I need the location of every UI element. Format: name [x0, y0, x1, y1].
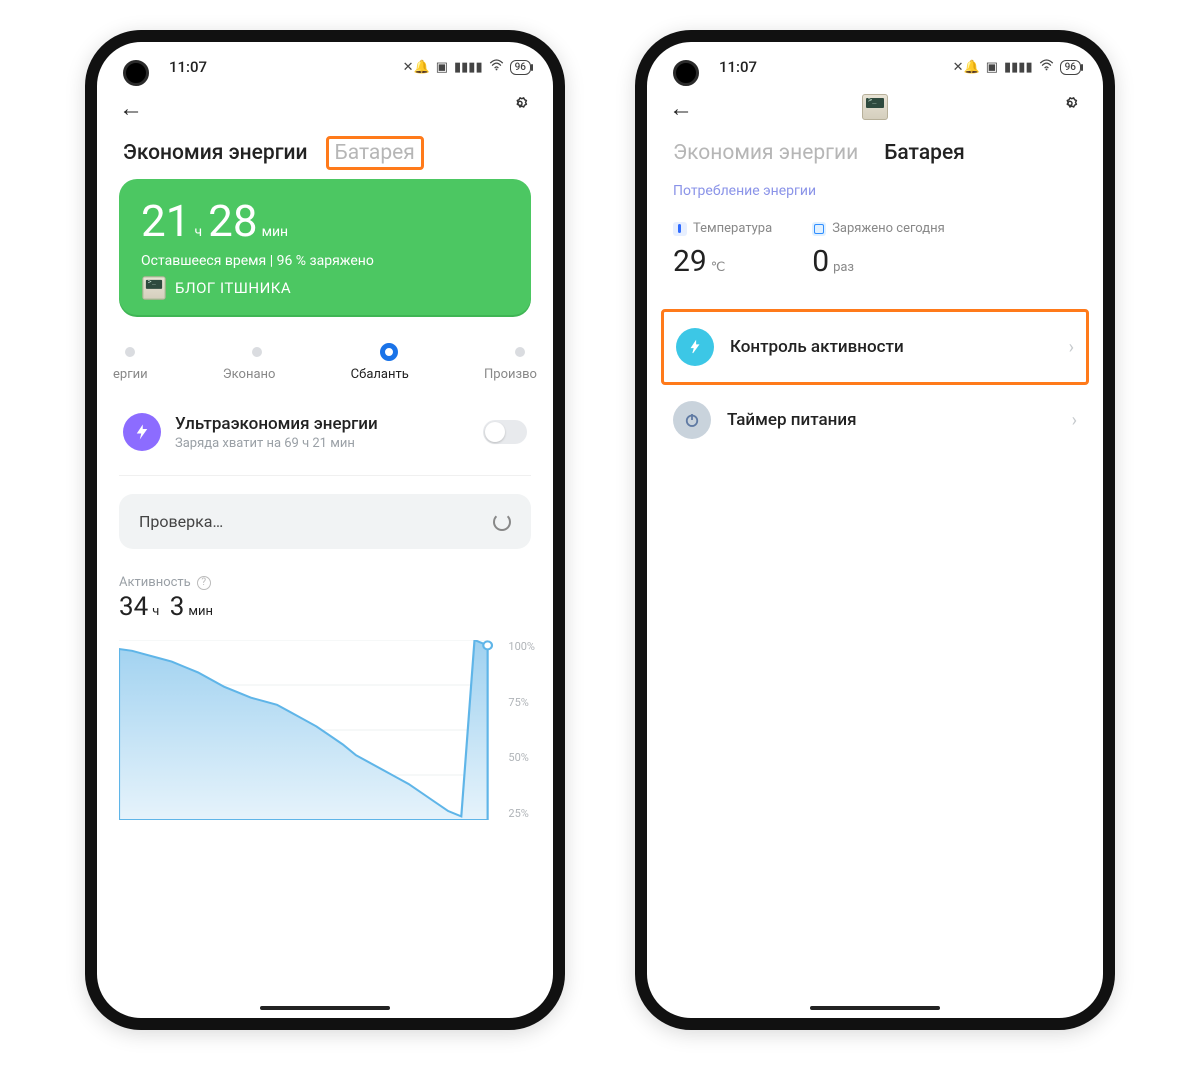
- activity-time: 34ч 3мин: [119, 592, 531, 622]
- settings-button[interactable]: [1059, 96, 1081, 122]
- phone-right: 11:07 ✕🔔 ▣ ▮▮▮▮ 96 ← Экономия энергии Ба…: [635, 30, 1115, 1030]
- chart-tick: 50%: [508, 751, 535, 764]
- bolt-circle-icon: [676, 328, 714, 366]
- slider-dot[interactable]: [125, 347, 135, 357]
- status-time: 11:07: [719, 58, 757, 76]
- tabs: Экономия энергии Батарея: [97, 131, 553, 179]
- tab-economy[interactable]: Экономия энергии: [673, 141, 858, 165]
- ultra-title: Ультраэкономия энергии: [175, 414, 378, 434]
- checking-button[interactable]: Проверка…: [119, 494, 531, 549]
- back-button[interactable]: ←: [119, 94, 143, 123]
- chart-tick: 100%: [508, 640, 535, 653]
- status-bar: 11:07 ✕🔔 ▣ ▮▮▮▮ 96: [97, 48, 553, 86]
- power-icon: [673, 401, 711, 439]
- wifi-icon: [1039, 59, 1054, 75]
- slider-dot[interactable]: [252, 347, 262, 357]
- nav-row: ←: [97, 86, 553, 131]
- vibrate-icon: ✕🔔: [403, 60, 430, 75]
- signal-icon: ▮▮▮▮: [1004, 60, 1033, 75]
- wifi-icon: [489, 59, 504, 75]
- calendar-icon: [812, 222, 826, 236]
- stat-charged-today: Заряжено сегодня 0раз: [812, 221, 945, 279]
- battery-pill: 96: [1060, 60, 1081, 75]
- help-icon[interactable]: ?: [197, 576, 211, 590]
- highlight-activity-control: Контроль активности ›: [661, 309, 1089, 385]
- terminal-icon: [142, 276, 165, 299]
- slider-label: ергии: [113, 367, 148, 382]
- remaining-time-card[interactable]: 21ч 28мин Оставшееся время | 96 % заряже…: [119, 179, 531, 315]
- sim-icon: ▣: [436, 60, 448, 75]
- chevron-right-icon: ›: [1072, 410, 1077, 431]
- nav-row: ←: [647, 86, 1103, 131]
- home-indicator[interactable]: [810, 1006, 940, 1010]
- spinner-icon: [493, 513, 511, 531]
- tabs: Экономия энергии Батарея: [647, 131, 1103, 179]
- ultra-toggle[interactable]: [483, 420, 527, 444]
- phone-left: 11:07 ✕🔔 ▣ ▮▮▮▮ 96 ← Экономия энергии Ба…: [85, 30, 565, 1030]
- row-power-timer[interactable]: Таймер питания ›: [669, 385, 1081, 455]
- stats-row: Температура 29℃ Заряжено сегодня 0раз: [669, 217, 1081, 309]
- lightning-icon: [123, 413, 161, 451]
- thermometer-icon: [673, 222, 687, 236]
- sim-icon: ▣: [986, 60, 998, 75]
- slider-label: Эконано: [223, 367, 276, 382]
- activity-label: Активность ?: [119, 575, 531, 590]
- slider-dot[interactable]: [515, 347, 525, 357]
- slider-label: Сбаланть: [351, 367, 409, 382]
- vibrate-icon: ✕🔔: [953, 60, 980, 75]
- row-activity-control[interactable]: Контроль активности ›: [672, 312, 1078, 382]
- signal-icon: ▮▮▮▮: [454, 60, 483, 75]
- brand-overlay: БЛОГ ІТШНИКА: [141, 275, 509, 301]
- chevron-right-icon: ›: [1069, 337, 1074, 358]
- tab-economy[interactable]: Экономия энергии: [123, 141, 308, 165]
- terminal-icon: [862, 94, 888, 120]
- chart-tick: 75%: [508, 696, 535, 709]
- app-title-icon: [862, 94, 888, 124]
- remaining-subtitle: Оставшееся время | 96 % заряжено: [141, 253, 509, 269]
- camera-hole: [123, 60, 149, 86]
- camera-hole: [673, 60, 699, 86]
- tab-battery[interactable]: Батарея: [884, 141, 965, 165]
- tab-battery[interactable]: Батарея: [334, 141, 416, 165]
- settings-button[interactable]: [509, 96, 531, 122]
- status-bar: 11:07 ✕🔔 ▣ ▮▮▮▮ 96: [647, 48, 1103, 86]
- ultra-economy-row[interactable]: Ультраэкономия энергии Заряда хватит на …: [119, 399, 531, 465]
- remaining-time: 21ч 28мин: [141, 199, 509, 243]
- battery-pill: 96: [510, 60, 531, 75]
- stat-temperature: Температура 29℃: [673, 221, 772, 279]
- slider-label: Произво: [484, 367, 537, 382]
- highlight-battery-tab: Батарея: [326, 136, 424, 170]
- slider-dot-selected[interactable]: [380, 343, 398, 361]
- chart-tick: 25%: [508, 807, 535, 820]
- ultra-subtitle: Заряда хватит на 69 ч 21 мин: [175, 436, 378, 451]
- back-button[interactable]: ←: [669, 94, 693, 123]
- activity-chart: 100% 75% 50% 25%: [119, 640, 531, 820]
- divider: [119, 475, 531, 476]
- status-time: 11:07: [169, 58, 207, 76]
- power-mode-slider[interactable]: ергии Эконано Сбаланть Произво: [119, 343, 531, 389]
- home-indicator[interactable]: [260, 1006, 390, 1010]
- section-consumption: Потребление энергии: [669, 179, 1081, 217]
